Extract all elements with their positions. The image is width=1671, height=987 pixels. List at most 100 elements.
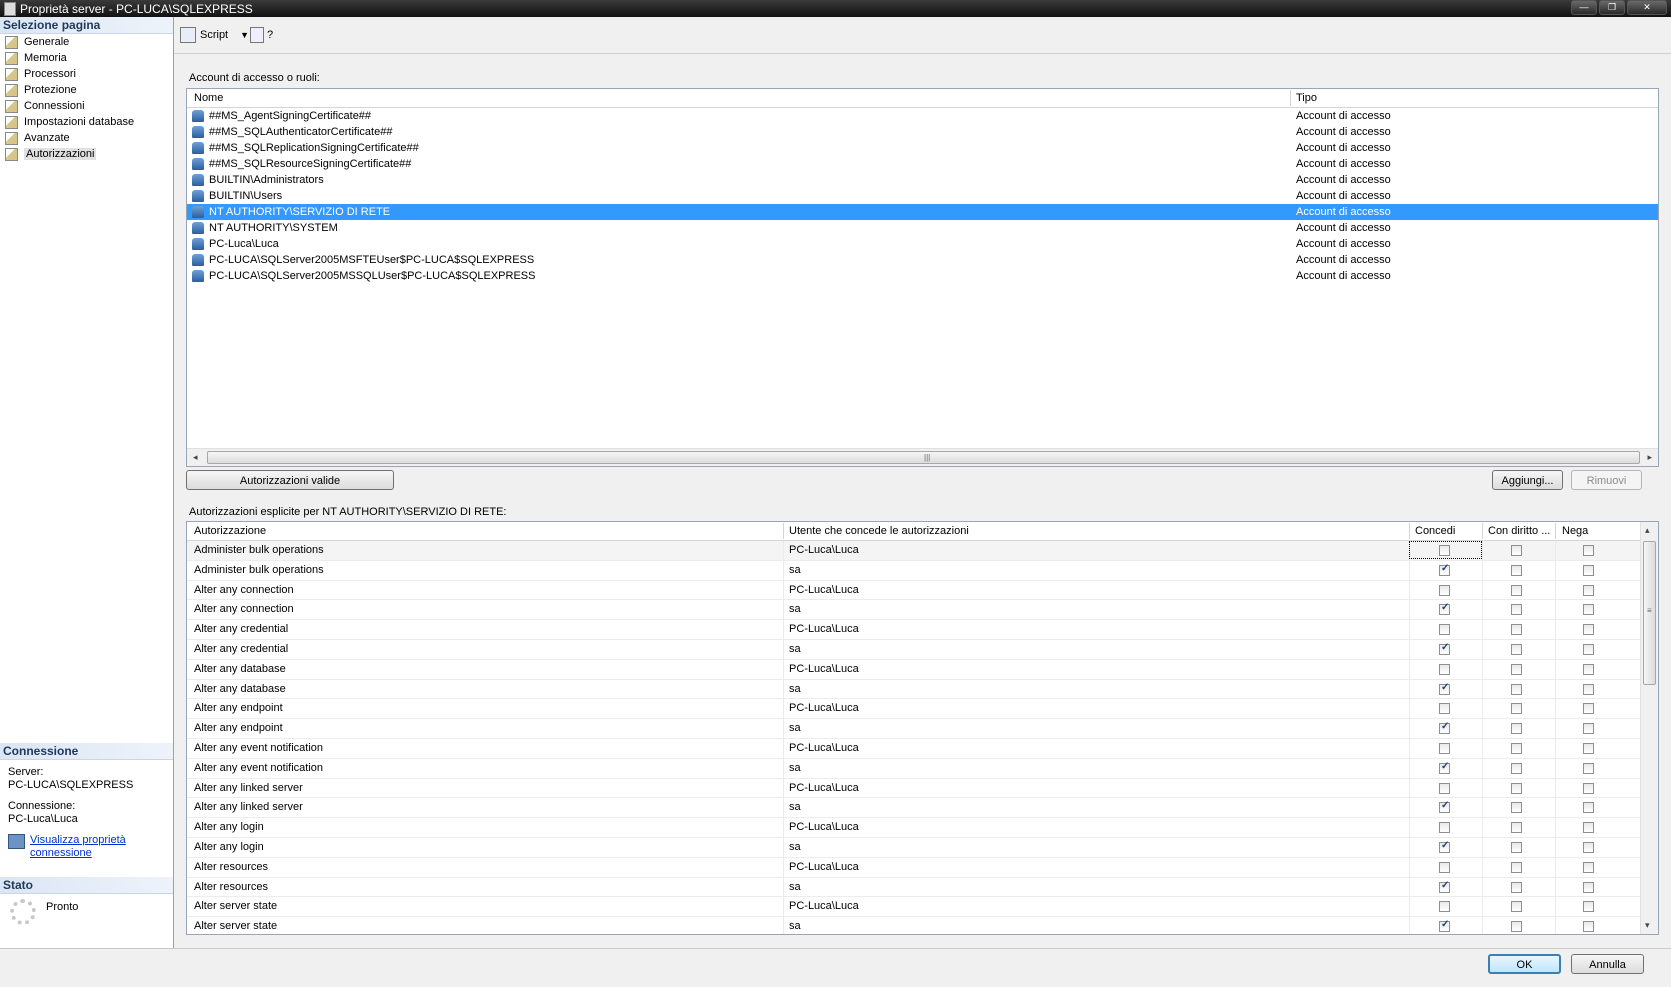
grant-checkbox[interactable] — [1439, 545, 1450, 556]
with-grant-checkbox[interactable] — [1511, 604, 1522, 616]
permission-row[interactable]: Alter any event notification sa — [187, 758, 1658, 779]
deny-checkbox[interactable] — [1583, 604, 1594, 616]
chevron-down-icon[interactable]: ▼ — [240, 30, 249, 40]
deny-checkbox[interactable] — [1583, 901, 1594, 913]
scroll-left-icon[interactable]: ◂ — [193, 452, 198, 463]
deny-checkbox[interactable] — [1583, 861, 1594, 873]
grant-checkbox[interactable] — [1439, 840, 1450, 853]
account-row[interactable]: ##MS_AgentSigningCertificate## Account di… — [187, 108, 1658, 124]
with-grant-checkbox[interactable] — [1511, 861, 1522, 873]
maximize-button[interactable]: ❐ — [1599, 0, 1625, 15]
grant-checkbox[interactable] — [1439, 721, 1450, 735]
scrollbar-thumb[interactable]: ||| — [207, 451, 1640, 464]
help-button[interactable]: ? — [250, 27, 273, 43]
column-header-permission[interactable]: Autorizzazione — [194, 525, 266, 537]
column-header-with-grant[interactable]: Con diritto ... — [1488, 525, 1550, 537]
with-grant-checkbox[interactable] — [1511, 663, 1522, 675]
permission-row[interactable]: Alter server state PC-Luca\Luca — [187, 897, 1658, 918]
close-button[interactable]: ✕ — [1627, 0, 1667, 15]
grant-checkbox[interactable] — [1439, 584, 1450, 596]
with-grant-checkbox[interactable] — [1511, 921, 1522, 933]
deny-checkbox[interactable] — [1583, 643, 1594, 655]
permission-row[interactable]: Alter any credential sa — [187, 639, 1658, 660]
permission-row[interactable]: Alter resources PC-Luca\Luca — [187, 857, 1658, 878]
add-button[interactable]: Aggiungi... — [1492, 470, 1563, 490]
scroll-right-icon[interactable]: ▸ — [1647, 452, 1652, 463]
column-header-type[interactable]: Tipo — [1296, 92, 1317, 104]
with-grant-checkbox[interactable] — [1511, 822, 1522, 834]
permission-row[interactable]: Alter resources sa — [187, 877, 1658, 898]
nav-item[interactable]: Autorizzazioni — [0, 146, 173, 162]
script-button[interactable]: Script ▼ — [180, 27, 249, 43]
column-header-grantor[interactable]: Utente che concede le autorizzazioni — [789, 525, 969, 537]
account-row[interactable]: BUILTIN\Administrators Account di accesso — [187, 172, 1658, 188]
grant-checkbox[interactable] — [1439, 901, 1450, 913]
view-connection-properties-link[interactable]: Visualizza proprietà connessione — [30, 834, 126, 859]
deny-checkbox[interactable] — [1583, 683, 1594, 695]
effective-permissions-button[interactable]: Autorizzazioni valide — [186, 470, 394, 490]
column-header-name[interactable]: Nome — [194, 92, 223, 104]
remove-button[interactable]: Rimuovi — [1571, 470, 1642, 490]
with-grant-checkbox[interactable] — [1511, 643, 1522, 655]
permission-row[interactable]: Alter server state sa — [187, 917, 1658, 934]
deny-checkbox[interactable] — [1583, 762, 1594, 774]
grant-checkbox[interactable] — [1439, 800, 1450, 814]
deny-checkbox[interactable] — [1583, 742, 1594, 754]
with-grant-checkbox[interactable] — [1511, 564, 1522, 576]
nav-item[interactable]: Protezione — [0, 82, 173, 98]
permission-row[interactable]: Alter any endpoint sa — [187, 719, 1658, 739]
link-line1[interactable]: Visualizza proprietà — [30, 834, 126, 846]
with-grant-checkbox[interactable] — [1511, 782, 1522, 794]
accounts-horizontal-scrollbar[interactable]: ◂ ||| ▸ — [187, 448, 1658, 466]
with-grant-checkbox[interactable] — [1511, 881, 1522, 893]
deny-checkbox[interactable] — [1583, 921, 1594, 933]
grant-checkbox[interactable] — [1439, 682, 1450, 695]
column-separator[interactable] — [1290, 90, 1291, 106]
deny-checkbox[interactable] — [1583, 822, 1594, 834]
grant-checkbox[interactable] — [1439, 642, 1450, 655]
nav-item[interactable]: Processori — [0, 66, 173, 82]
with-grant-checkbox[interactable] — [1511, 545, 1522, 556]
deny-checkbox[interactable] — [1583, 802, 1594, 814]
deny-checkbox[interactable] — [1583, 881, 1594, 893]
with-grant-checkbox[interactable] — [1511, 683, 1522, 695]
minimize-button[interactable]: — — [1571, 0, 1597, 15]
scrollbar-thumb[interactable]: ≡ — [1643, 541, 1656, 685]
account-row[interactable]: ##MS_SQLResourceSigningCertificate## Acco… — [187, 156, 1658, 172]
permission-row[interactable]: Alter any database PC-Luca\Luca — [187, 659, 1658, 680]
with-grant-checkbox[interactable] — [1511, 901, 1522, 913]
nav-item[interactable]: Impostazioni database — [0, 114, 173, 130]
permission-row[interactable]: Alter any login sa — [187, 837, 1658, 858]
permission-row[interactable]: Administer bulk operations sa — [187, 560, 1658, 581]
grant-checkbox[interactable] — [1439, 919, 1450, 933]
scroll-down-icon[interactable]: ▾ — [1645, 920, 1650, 931]
column-header-grant[interactable]: Concedi — [1415, 525, 1455, 537]
with-grant-checkbox[interactable] — [1511, 624, 1522, 636]
deny-checkbox[interactable] — [1583, 624, 1594, 636]
grant-checkbox[interactable] — [1439, 822, 1450, 834]
permission-row[interactable]: Alter any linked server sa — [187, 798, 1658, 819]
permission-row[interactable]: Administer bulk operations PC-Luca\Luca — [187, 541, 1658, 561]
permission-row[interactable]: Alter any database sa — [187, 679, 1658, 700]
grant-checkbox[interactable] — [1439, 563, 1450, 576]
link-line2[interactable]: connessione — [30, 847, 92, 859]
with-grant-checkbox[interactable] — [1511, 841, 1522, 853]
deny-checkbox[interactable] — [1583, 663, 1594, 675]
grant-checkbox[interactable] — [1439, 703, 1450, 715]
grant-checkbox[interactable] — [1439, 742, 1450, 754]
column-separator[interactable] — [783, 523, 784, 539]
permission-row[interactable]: Alter any linked server PC-Luca\Luca — [187, 778, 1658, 799]
grant-checkbox[interactable] — [1439, 761, 1450, 774]
accounts-list[interactable]: Nome Tipo ##MS_AgentSigningCertificate##… — [186, 88, 1659, 467]
column-header-deny[interactable]: Nega — [1562, 525, 1588, 537]
column-separator[interactable] — [1482, 523, 1483, 539]
grant-checkbox[interactable] — [1439, 663, 1450, 675]
with-grant-checkbox[interactable] — [1511, 703, 1522, 715]
column-separator[interactable] — [1409, 523, 1410, 539]
nav-item[interactable]: Memoria — [0, 50, 173, 66]
scroll-up-icon[interactable]: ▴ — [1645, 525, 1650, 536]
account-row[interactable]: NT AUTHORITY\SERVIZIO DI RETE Account di … — [187, 204, 1658, 220]
permission-row[interactable]: Alter any event notification PC-Luca\Luca — [187, 738, 1658, 759]
account-row[interactable]: PC-LUCA\SQLServer2005MSSQLUser$PC-LUCA$S… — [187, 268, 1658, 284]
deny-checkbox[interactable] — [1583, 841, 1594, 853]
